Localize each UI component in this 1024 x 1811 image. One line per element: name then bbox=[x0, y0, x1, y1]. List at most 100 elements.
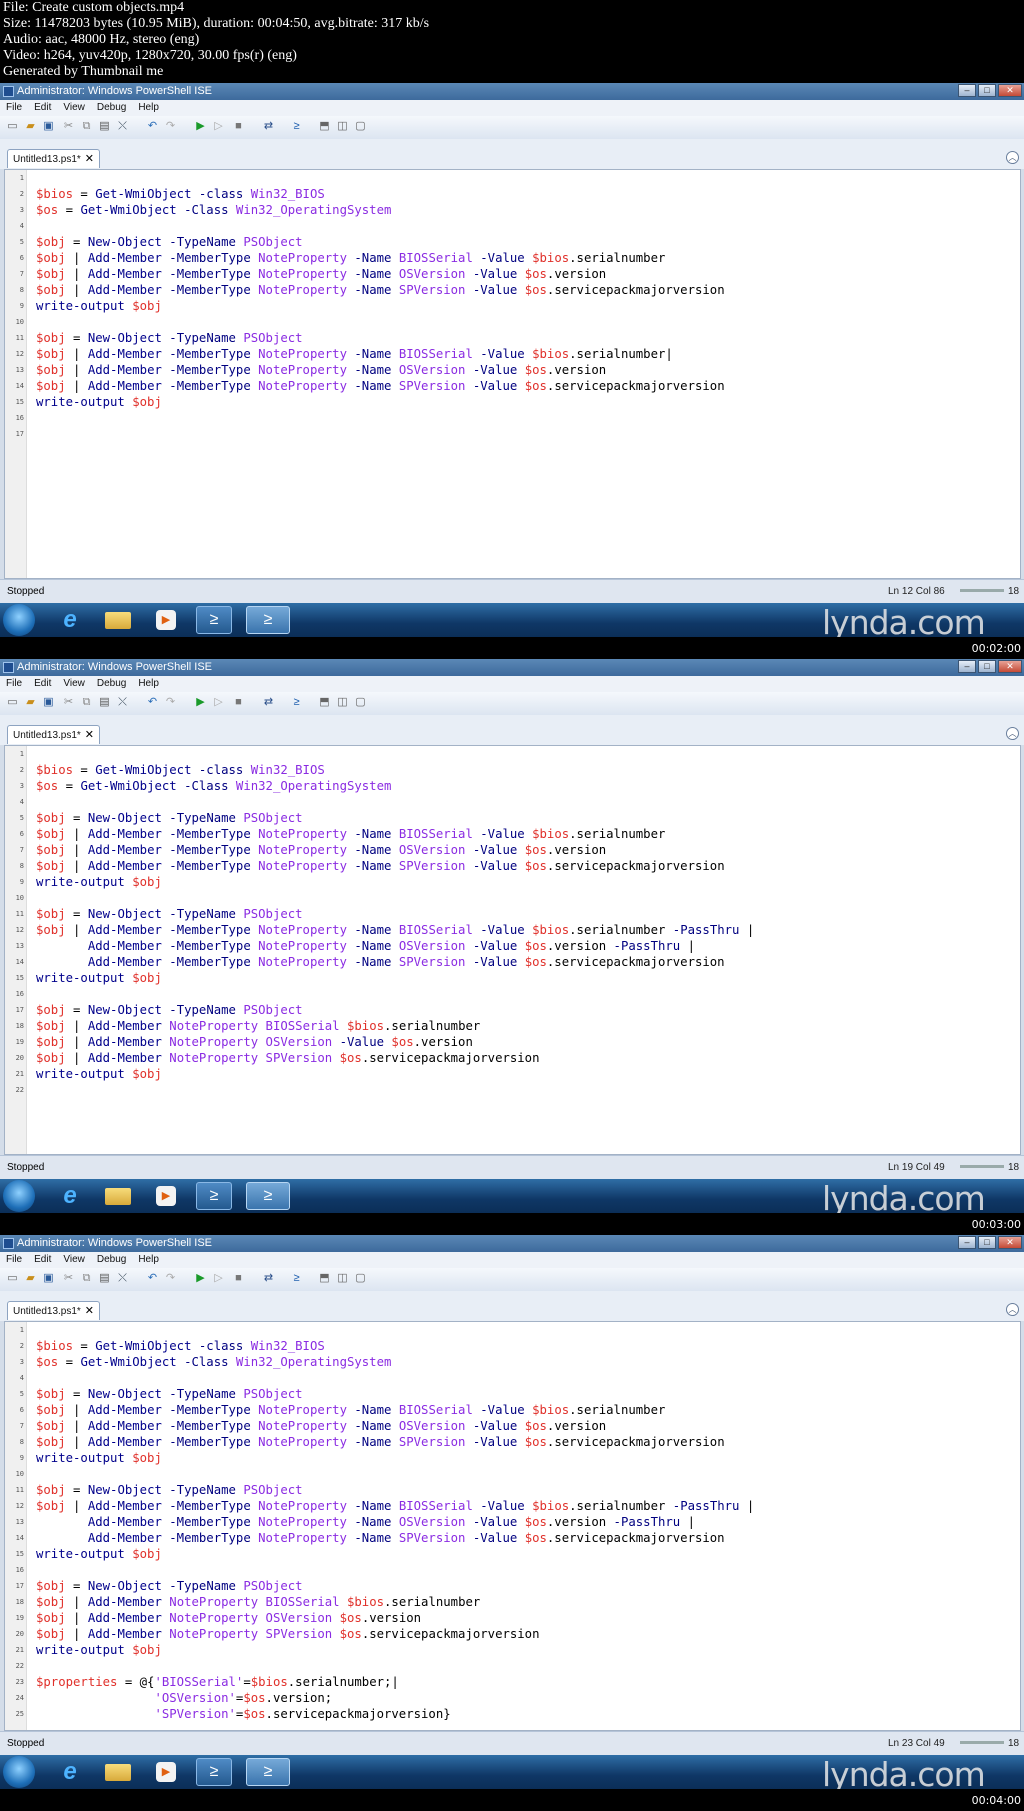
remote-tab-icon[interactable]: ⇄ bbox=[262, 1272, 275, 1285]
stop-icon[interactable]: ■ bbox=[232, 696, 245, 709]
media-player-icon[interactable]: ▶ bbox=[148, 1758, 184, 1786]
menu-view[interactable]: View bbox=[57, 676, 91, 692]
show-script-right-icon[interactable]: ◫ bbox=[336, 120, 349, 133]
internet-explorer-icon[interactable]: e bbox=[52, 1182, 88, 1210]
code-line[interactable]: $obj = New-Object -TypeName PSObject bbox=[36, 906, 303, 922]
collapse-script-pane-icon[interactable]: ︿ bbox=[1006, 727, 1019, 740]
new-file-icon[interactable]: ▭ bbox=[6, 696, 19, 709]
minimize-button[interactable]: – bbox=[958, 660, 976, 673]
internet-explorer-icon[interactable]: e bbox=[52, 1758, 88, 1786]
code-line[interactable]: $obj = New-Object -TypeName PSObject bbox=[36, 810, 303, 826]
media-player-icon[interactable]: ▶ bbox=[148, 606, 184, 634]
code-line[interactable]: write-output $obj bbox=[36, 874, 162, 890]
paste-icon[interactable]: ▤ bbox=[98, 120, 111, 133]
run-icon[interactable]: ▶ bbox=[194, 120, 207, 133]
menu-edit[interactable]: Edit bbox=[28, 100, 57, 116]
tab-close-icon[interactable]: ✕ bbox=[85, 1302, 94, 1321]
tab-untitled13[interactable]: Untitled13.ps1* ✕ bbox=[7, 149, 100, 168]
open-folder-icon[interactable]: ▰ bbox=[24, 696, 37, 709]
code-line[interactable]: $obj | Add-Member -MemberType NoteProper… bbox=[36, 1402, 665, 1418]
code-line[interactable]: $bios = Get-WmiObject -class Win32_BIOS bbox=[36, 762, 325, 778]
code-line[interactable]: write-output $obj bbox=[36, 970, 162, 986]
maximize-button[interactable]: □ bbox=[978, 660, 996, 673]
menu-edit[interactable]: Edit bbox=[28, 1252, 57, 1268]
tab-untitled13[interactable]: Untitled13.ps1* ✕ bbox=[7, 1301, 100, 1320]
remote-tab-icon[interactable]: ⇄ bbox=[262, 120, 275, 133]
open-folder-icon[interactable]: ▰ bbox=[24, 1272, 37, 1285]
code-line[interactable]: write-output $obj bbox=[36, 1066, 162, 1082]
explorer-folder-icon[interactable] bbox=[100, 1182, 136, 1210]
start-button[interactable] bbox=[3, 1180, 35, 1212]
menu-debug[interactable]: Debug bbox=[91, 1252, 132, 1268]
code-line[interactable]: write-output $obj bbox=[36, 1546, 162, 1562]
code-line[interactable]: $obj | Add-Member -MemberType NoteProper… bbox=[36, 842, 606, 858]
cut-icon[interactable]: ✂ bbox=[62, 1272, 75, 1285]
code-line[interactable]: $obj | Add-Member -MemberType NoteProper… bbox=[36, 346, 673, 362]
run-icon[interactable]: ▶ bbox=[194, 1272, 207, 1285]
code-line[interactable]: $obj = New-Object -TypeName PSObject bbox=[36, 234, 303, 250]
code-line[interactable]: $obj | Add-Member NoteProperty SPVersion… bbox=[36, 1050, 540, 1066]
paste-icon[interactable]: ▤ bbox=[98, 696, 111, 709]
code-line[interactable]: $obj = New-Object -TypeName PSObject bbox=[36, 1578, 303, 1594]
menu-file[interactable]: File bbox=[0, 100, 28, 116]
save-icon[interactable]: ▣ bbox=[42, 120, 55, 133]
start-button[interactable] bbox=[3, 604, 35, 636]
stop-icon[interactable]: ■ bbox=[232, 120, 245, 133]
copy-icon[interactable]: ⧉ bbox=[80, 696, 93, 709]
script-editor[interactable]: 1 2 3 4 5 6 7 8 9 10 11 12 13 14 15 16 17 18 19 20 21 22 23 24 2… bbox=[4, 1321, 1021, 1731]
show-script-top-icon[interactable]: ⬒ bbox=[318, 120, 331, 133]
menu-file[interactable]: File bbox=[0, 1252, 28, 1268]
code-line[interactable]: $obj = New-Object -TypeName PSObject bbox=[36, 1386, 303, 1402]
menu-help[interactable]: Help bbox=[132, 1252, 165, 1268]
show-script-max-icon[interactable]: ▢ bbox=[354, 696, 367, 709]
powershell-console-icon[interactable]: ≥ bbox=[290, 696, 303, 709]
code-line[interactable]: $obj | Add-Member -MemberType NoteProper… bbox=[36, 362, 606, 378]
media-player-icon[interactable]: ▶ bbox=[148, 1182, 184, 1210]
code-line[interactable]: $os = Get-WmiObject -Class Win32_Operati… bbox=[36, 202, 391, 218]
run-selection-icon[interactable]: ▷ bbox=[212, 120, 225, 133]
menu-file[interactable]: File bbox=[0, 676, 28, 692]
redo-icon[interactable]: ↷ bbox=[164, 696, 177, 709]
tab-untitled13[interactable]: Untitled13.ps1* ✕ bbox=[7, 725, 100, 744]
code-line[interactable]: $obj | Add-Member -MemberType NoteProper… bbox=[36, 378, 725, 394]
close-button[interactable]: ✕ bbox=[998, 660, 1022, 673]
code-line[interactable]: $properties = @{'BIOSSerial'=$bios.seria… bbox=[36, 1674, 399, 1690]
run-selection-icon[interactable]: ▷ bbox=[212, 696, 225, 709]
powershell-taskbar-icon[interactable]: ≥ bbox=[196, 1758, 232, 1786]
menu-help[interactable]: Help bbox=[132, 100, 165, 116]
start-button[interactable] bbox=[3, 1756, 35, 1788]
minimize-button[interactable]: – bbox=[958, 1236, 976, 1249]
tab-close-icon[interactable]: ✕ bbox=[85, 150, 94, 169]
powershell-console-icon[interactable]: ≥ bbox=[290, 1272, 303, 1285]
code-line[interactable]: $os = Get-WmiObject -Class Win32_Operati… bbox=[36, 778, 391, 794]
powershell-ise-taskbar-icon[interactable]: ≥ bbox=[246, 606, 290, 634]
code-line[interactable]: $obj | Add-Member -MemberType NoteProper… bbox=[36, 922, 754, 938]
save-icon[interactable]: ▣ bbox=[42, 1272, 55, 1285]
zoom-slider[interactable] bbox=[960, 1741, 1004, 1744]
cut-icon[interactable]: ✂ bbox=[62, 120, 75, 133]
close-button[interactable]: ✕ bbox=[998, 1236, 1022, 1249]
menu-view[interactable]: View bbox=[57, 100, 91, 116]
menu-help[interactable]: Help bbox=[132, 676, 165, 692]
cut-icon[interactable]: ✂ bbox=[62, 696, 75, 709]
show-script-max-icon[interactable]: ▢ bbox=[354, 1272, 367, 1285]
maximize-button[interactable]: □ bbox=[978, 1236, 996, 1249]
redo-icon[interactable]: ↷ bbox=[164, 120, 177, 133]
code-line[interactable]: $os = Get-WmiObject -Class Win32_Operati… bbox=[36, 1354, 391, 1370]
code-line[interactable]: 'OSVersion'=$os.version; bbox=[36, 1690, 332, 1706]
copy-icon[interactable]: ⧉ bbox=[80, 120, 93, 133]
show-script-top-icon[interactable]: ⬒ bbox=[318, 696, 331, 709]
code-line[interactable]: $obj | Add-Member NoteProperty OSVersion… bbox=[36, 1034, 473, 1050]
collapse-script-pane-icon[interactable]: ︿ bbox=[1006, 1303, 1019, 1316]
stop-icon[interactable]: ■ bbox=[232, 1272, 245, 1285]
powershell-console-icon[interactable]: ≥ bbox=[290, 120, 303, 133]
zoom-slider[interactable] bbox=[960, 1165, 1004, 1168]
clear-icon[interactable]: ⤬ bbox=[116, 120, 129, 133]
run-selection-icon[interactable]: ▷ bbox=[212, 1272, 225, 1285]
powershell-ise-taskbar-icon[interactable]: ≥ bbox=[246, 1758, 290, 1786]
code-line[interactable]: $obj = New-Object -TypeName PSObject bbox=[36, 1482, 303, 1498]
undo-icon[interactable]: ↶ bbox=[146, 696, 159, 709]
code-line[interactable]: $obj | Add-Member NoteProperty BIOSSeria… bbox=[36, 1594, 480, 1610]
code-line[interactable]: write-output $obj bbox=[36, 298, 162, 314]
maximize-button[interactable]: □ bbox=[978, 84, 996, 97]
